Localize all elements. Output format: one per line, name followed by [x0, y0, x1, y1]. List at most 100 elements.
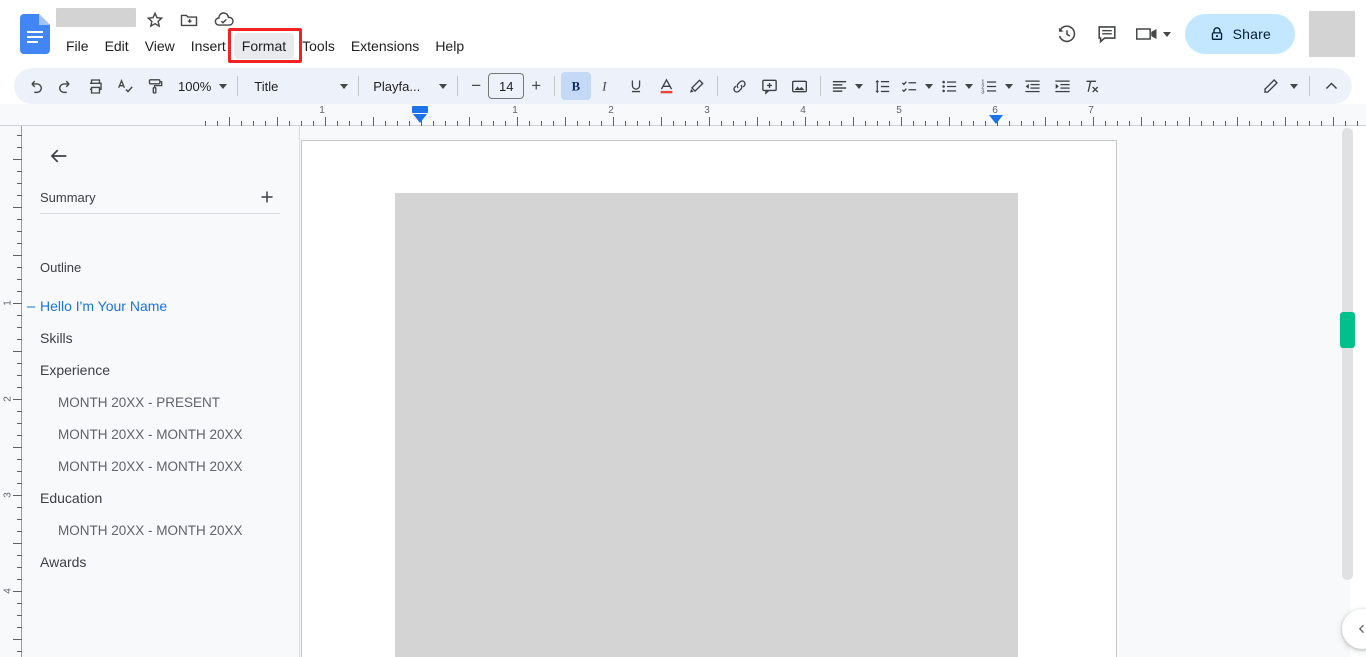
top-right-actions: Share: [1047, 0, 1366, 68]
google-docs-window: File Edit View Insert Format Tools Exten…: [0, 0, 1366, 657]
first-line-indent-marker[interactable]: [412, 106, 428, 113]
bulleted-list-button[interactable]: [937, 72, 961, 100]
plus-icon[interactable]: [254, 184, 280, 210]
increase-font-size-button[interactable]: +: [524, 73, 548, 99]
svg-text:3: 3: [981, 89, 984, 95]
numbered-list-button[interactable]: 1 2 3: [977, 72, 1001, 100]
outline-item[interactable]: – Hello I'm Your Name: [22, 290, 299, 322]
title-action-icons: [145, 10, 234, 30]
version-history-icon[interactable]: [1047, 14, 1087, 54]
vertical-ruler-tick: [13, 543, 22, 544]
vertical-ruler-number: 4: [2, 588, 14, 594]
menu-file[interactable]: File: [58, 33, 97, 59]
outline-item[interactable]: Education: [22, 482, 299, 514]
ruler-tick: [1141, 117, 1142, 126]
align-button[interactable]: [827, 72, 851, 100]
line-spacing-button[interactable]: [867, 72, 897, 100]
ruler-number: 2: [608, 105, 614, 116]
menu-edit[interactable]: Edit: [97, 33, 137, 59]
menu-help[interactable]: Help: [427, 33, 472, 59]
underline-button[interactable]: [621, 72, 651, 100]
ruler-tick: [709, 117, 710, 126]
outline-section-label: Outline: [40, 260, 82, 275]
document-image-placeholder[interactable]: [395, 193, 1018, 657]
outline-item[interactable]: Skills: [22, 322, 299, 354]
outline-item[interactable]: Experience: [22, 354, 299, 386]
share-button-label: Share: [1232, 26, 1271, 42]
right-indent-marker[interactable]: [989, 115, 1003, 124]
ruler-tick: [277, 117, 278, 126]
zoom-control[interactable]: 100%: [170, 72, 231, 100]
svg-text:B: B: [572, 80, 581, 94]
left-indent-marker[interactable]: [413, 114, 427, 123]
checklist-button[interactable]: [897, 72, 921, 100]
menu-format[interactable]: Format: [233, 33, 295, 59]
menu-view[interactable]: View: [137, 33, 183, 59]
redo-icon[interactable]: [50, 72, 80, 100]
italic-button[interactable]: I: [591, 72, 621, 100]
decrease-indent-button[interactable]: [1017, 72, 1047, 100]
avatar[interactable]: [1309, 11, 1355, 57]
share-button[interactable]: Share: [1184, 14, 1295, 54]
outline-collapse-icon[interactable]: –: [24, 299, 38, 314]
comment-history-icon[interactable]: [1087, 14, 1127, 54]
vertical-ruler-tick: [13, 255, 22, 256]
highlight-color-button[interactable]: [681, 72, 711, 100]
star-icon[interactable]: [145, 10, 165, 30]
collapse-menus-button[interactable]: [1316, 72, 1346, 100]
horizontal-ruler[interactable]: 11234567: [0, 104, 1366, 126]
document-title[interactable]: [56, 8, 136, 27]
align-dropdown-caret[interactable]: [851, 72, 867, 100]
printer-icon[interactable]: [80, 72, 110, 100]
move-to-folder-icon[interactable]: [179, 10, 199, 30]
undo-icon[interactable]: [20, 72, 50, 100]
docs-file-icon[interactable]: [20, 14, 50, 54]
spellcheck-icon[interactable]: [110, 72, 140, 100]
vertical-ruler-tick: [13, 399, 22, 400]
paint-format-icon[interactable]: [140, 72, 170, 100]
toolbar-divider: [1309, 76, 1310, 96]
menu-extensions[interactable]: Extensions: [343, 33, 427, 59]
decrease-font-size-button[interactable]: −: [464, 73, 488, 99]
document-canvas[interactable]: Lorem ipsum dolor sit amet, consectetur …: [300, 126, 1350, 657]
increase-indent-button[interactable]: [1047, 72, 1077, 100]
chevron-down-icon: [855, 83, 864, 89]
bulleted-list-dropdown-caret[interactable]: [961, 72, 977, 100]
menu-bar: File Edit View Insert Format Tools Exten…: [58, 33, 472, 59]
paragraph-style-dropdown[interactable]: Title: [244, 72, 352, 100]
document-page[interactable]: Lorem ipsum dolor sit amet, consectetur …: [301, 140, 1117, 657]
svg-text:I: I: [602, 80, 608, 94]
font-family-dropdown[interactable]: Playfa...: [365, 72, 451, 100]
menu-insert[interactable]: Insert: [183, 33, 234, 59]
insert-link-button[interactable]: [724, 72, 754, 100]
outline-item[interactable]: MONTH 20XX - MONTH 20XX: [22, 514, 299, 546]
checklist-dropdown-caret[interactable]: [921, 72, 937, 100]
editing-mode-button[interactable]: [1255, 72, 1285, 100]
outline-item-label: Awards: [40, 554, 87, 570]
clear-formatting-button[interactable]: [1077, 72, 1107, 100]
meet-call-button[interactable]: [1127, 14, 1175, 54]
text-color-button[interactable]: [651, 72, 681, 100]
font-size-input[interactable]: 14: [488, 73, 525, 99]
numbered-list-dropdown-caret[interactable]: [1001, 72, 1017, 100]
vertical-scrollbar-thumb[interactable]: [1340, 312, 1355, 348]
vertical-scrollbar-track[interactable]: [1342, 128, 1353, 580]
ruler-number: 5: [896, 105, 902, 116]
chevron-down-icon[interactable]: [1162, 31, 1171, 37]
editing-mode-caret[interactable]: [1285, 72, 1303, 100]
ruler-tick: [1237, 117, 1238, 126]
outline-item[interactable]: MONTH 20XX - PRESENT: [22, 386, 299, 418]
add-comment-button[interactable]: [754, 72, 784, 100]
bold-button[interactable]: B: [561, 72, 592, 100]
insert-image-button[interactable]: [784, 72, 814, 100]
toolbar-divider: [717, 76, 719, 96]
menu-tools[interactable]: Tools: [294, 33, 343, 59]
vertical-ruler[interactable]: 1 2 3 4: [0, 126, 22, 657]
outline-item-label: MONTH 20XX - MONTH 20XX: [58, 522, 243, 538]
outline-item[interactable]: MONTH 20XX - MONTH 20XX: [22, 418, 299, 450]
ruler-tick: [901, 117, 902, 126]
outline-item[interactable]: MONTH 20XX - MONTH 20XX: [22, 450, 299, 482]
outline-item[interactable]: Awards: [22, 546, 299, 578]
back-arrow-icon[interactable]: [40, 137, 78, 175]
cloud-saved-icon[interactable]: [213, 10, 234, 30]
